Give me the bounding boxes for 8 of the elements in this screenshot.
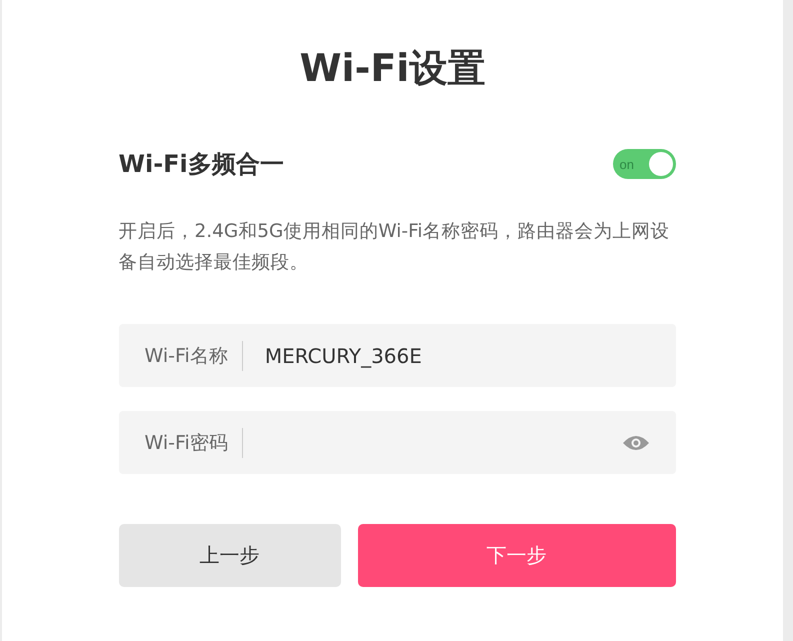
back-button[interactable]: 上一步 bbox=[118, 524, 340, 587]
input-field[interactable]: Wi-Fi名称 MERCURY_366E bbox=[118, 324, 676, 387]
next-button[interactable]: 下一步 bbox=[358, 524, 676, 587]
description-text: 开启后，2.4G和5G使用相同的Wi-Fi名称密码，路由器会为上网设备自动选择最佳频段。 bbox=[118, 220, 670, 275]
section-title: Wi-Fi多频合一 bbox=[118, 149, 284, 180]
eye-icon[interactable] bbox=[622, 434, 650, 450]
page-title: Wi-Fi设置 bbox=[300, 45, 486, 92]
input-field[interactable]: Wi-Fi密码 bbox=[118, 411, 676, 474]
